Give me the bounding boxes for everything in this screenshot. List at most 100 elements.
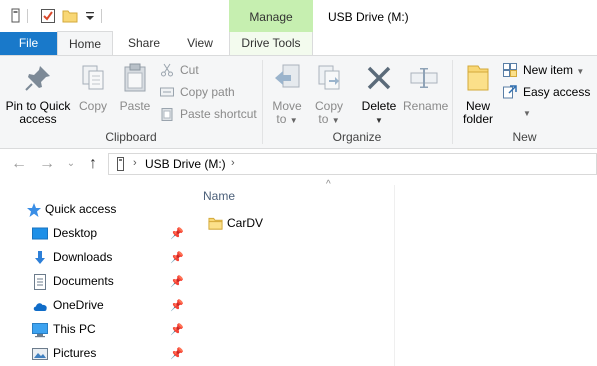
pin-icon[interactable]: 📌 xyxy=(170,251,184,264)
easy-access-label: Easy access xyxy=(523,85,591,99)
pin-icon[interactable]: 📌 xyxy=(170,275,184,288)
sidebar-item-documents[interactable]: Documents 📌 xyxy=(0,270,189,294)
cut-button[interactable]: Cut xyxy=(160,60,199,80)
delete-label: Delete xyxy=(361,99,397,113)
column-header-name[interactable]: Name xyxy=(203,189,235,203)
back-arrow-icon[interactable]: ← xyxy=(10,155,28,173)
title-bar: Manage USB Drive (M:) xyxy=(0,0,597,32)
dropdown-arrow-icon: ▼ xyxy=(289,116,298,125)
file-row[interactable]: CarDV xyxy=(208,213,388,235)
star-icon xyxy=(27,203,41,217)
tab-drive-tools[interactable]: Drive Tools xyxy=(229,32,313,55)
new-folder-icon[interactable] xyxy=(62,8,78,24)
copy-label: Copy xyxy=(78,99,107,113)
organize-group-label: Organize xyxy=(332,130,382,144)
paste-icon xyxy=(124,63,146,92)
new-folder-line2: folder xyxy=(462,112,494,126)
file-list: ^ Name CarDV xyxy=(190,179,597,366)
toolbar-divider xyxy=(27,9,28,23)
move-to-icon xyxy=(275,64,300,88)
address-bar[interactable]: › USB Drive (M:) › xyxy=(108,153,597,175)
sidebar-item-label: Desktop xyxy=(53,226,98,240)
recent-locations-chevron-icon[interactable]: ⌄ xyxy=(62,158,80,169)
sidebar-item-label: Pictures xyxy=(53,346,97,360)
window-title: USB Drive (M:) xyxy=(328,10,409,24)
sort-ascending-icon: ^ xyxy=(326,179,331,190)
copy-to-line2: to xyxy=(318,112,329,126)
ribbon-tabs: File Home Share View Drive Tools xyxy=(0,31,597,56)
new-folder-button[interactable]: New folder xyxy=(458,62,498,126)
tab-share[interactable]: Share xyxy=(118,32,170,55)
paste-button[interactable]: Paste xyxy=(117,62,153,113)
toolbar-divider xyxy=(101,9,102,23)
breadcrumb-chevron-icon[interactable]: › xyxy=(231,157,235,169)
properties-icon[interactable] xyxy=(40,8,56,24)
pin-to-quick-access-button[interactable]: Pin to Quick access xyxy=(4,62,72,126)
forward-arrow-icon[interactable]: → xyxy=(38,155,56,173)
tab-file[interactable]: File xyxy=(0,32,57,55)
rename-label: Rename xyxy=(403,99,449,113)
new-group-label: New xyxy=(512,130,537,144)
new-item-label: New item xyxy=(523,63,574,77)
paste-label: Paste xyxy=(119,99,151,113)
folder-icon xyxy=(208,217,223,230)
cut-label: Cut xyxy=(180,63,199,77)
delete-button[interactable]: Delete ▼ xyxy=(359,62,399,127)
sidebar-item-quick-access[interactable]: Quick access xyxy=(0,198,189,222)
clipboard-group-label: Clipboard xyxy=(105,130,157,144)
up-arrow-icon[interactable]: ↑ xyxy=(84,155,102,173)
pin-icon[interactable]: 📌 xyxy=(170,323,184,336)
column-divider[interactable] xyxy=(394,185,395,366)
easy-access-icon xyxy=(503,85,517,99)
dropdown-arrow-icon: ▼ xyxy=(523,109,531,118)
navigation-pane: Quick access Desktop 📌 Downloads 📌 Docum… xyxy=(0,186,189,366)
pin-icon[interactable]: 📌 xyxy=(170,347,184,360)
tab-view[interactable]: View xyxy=(176,32,224,55)
rename-icon xyxy=(410,68,438,88)
sidebar-item-desktop[interactable]: Desktop 📌 xyxy=(0,222,189,246)
drive-icon[interactable] xyxy=(8,8,24,24)
pin-label-line2: access xyxy=(19,112,57,126)
new-item-button[interactable]: New item ▼ xyxy=(503,60,584,80)
copy-to-button[interactable]: Copy to ▼ xyxy=(310,62,348,127)
download-icon xyxy=(35,251,45,264)
customize-toolbar-chevron-icon[interactable] xyxy=(82,8,98,24)
delete-x-icon xyxy=(367,66,391,90)
sidebar-item-label: Documents xyxy=(53,274,114,288)
sidebar-item-onedrive[interactable]: OneDrive 📌 xyxy=(0,294,189,318)
paste-shortcut-icon xyxy=(161,108,173,121)
new-folder-icon xyxy=(467,65,489,91)
manage-context-header: Manage xyxy=(229,0,313,32)
rename-button[interactable]: Rename xyxy=(403,62,449,113)
breadcrumb-chevron-icon[interactable]: › xyxy=(133,157,137,169)
sidebar-item-this-pc[interactable]: This PC 📌 xyxy=(0,318,189,342)
sidebar-item-label: This PC xyxy=(53,322,96,336)
move-to-line2: to xyxy=(276,112,287,126)
new-item-icon xyxy=(503,63,517,77)
pin-icon[interactable]: 📌 xyxy=(170,299,184,312)
scissors-icon xyxy=(161,63,173,77)
file-name: CarDV xyxy=(227,216,264,230)
sidebar-item-label: Downloads xyxy=(53,250,113,264)
navigation-bar: ← → ⌄ ↑ › USB Drive (M:) › xyxy=(0,149,597,179)
copy-to-icon xyxy=(318,65,340,90)
breadcrumb-current[interactable]: USB Drive (M:) xyxy=(145,157,226,171)
sidebar-item-pictures[interactable]: Pictures 📌 xyxy=(0,342,189,366)
copy-button[interactable]: Copy xyxy=(76,62,110,113)
ribbon: Pin to Quick access Copy Paste Cut Copy … xyxy=(0,56,597,149)
tab-home[interactable]: Home xyxy=(57,31,113,55)
pictures-icon xyxy=(32,348,48,360)
paste-shortcut-button[interactable]: Paste shortcut xyxy=(160,104,257,124)
move-to-button[interactable]: Move to ▼ xyxy=(268,62,306,127)
computer-icon xyxy=(32,323,48,338)
sidebar-item-label: OneDrive xyxy=(53,298,104,312)
copy-path-label: Copy path xyxy=(180,85,235,99)
sidebar-item-downloads[interactable]: Downloads 📌 xyxy=(0,246,189,270)
cloud-icon xyxy=(33,303,47,311)
easy-access-button[interactable]: Easy access ▼ xyxy=(503,82,597,118)
pin-icon[interactable]: 📌 xyxy=(170,227,184,240)
copy-path-button[interactable]: Copy path xyxy=(160,82,235,102)
dropdown-arrow-icon: ▼ xyxy=(331,116,340,125)
pin-icon xyxy=(25,66,50,91)
paste-shortcut-label: Paste shortcut xyxy=(180,107,257,121)
